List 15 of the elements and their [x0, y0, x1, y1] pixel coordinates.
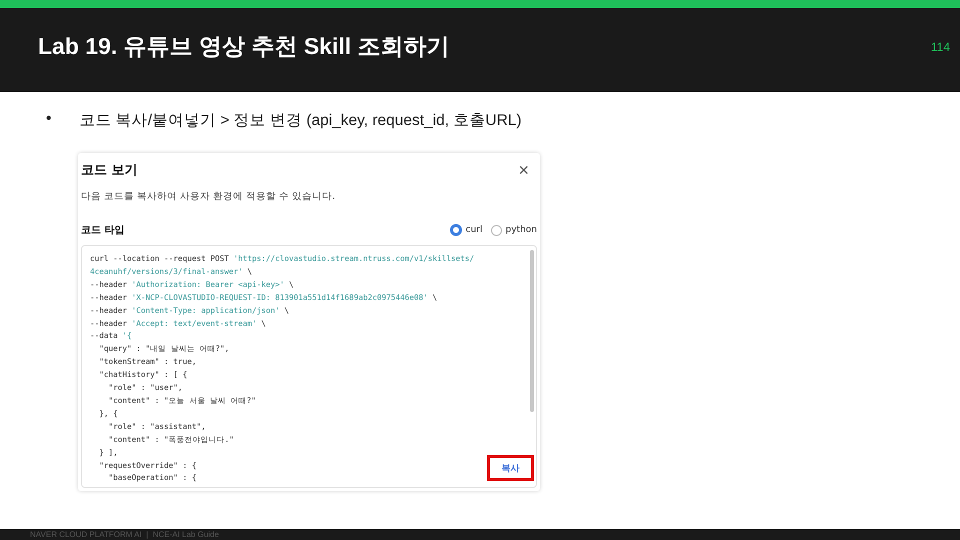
- radio-button[interactable]: [450, 224, 462, 236]
- copy-button[interactable]: 복사: [487, 455, 534, 481]
- radio-button[interactable]: [490, 224, 502, 236]
- close-button[interactable]: ×: [514, 161, 533, 179]
- slide-title: Lab 19. 유튜브 영상 추천 Skill 조회하기: [38, 32, 450, 60]
- scrollbar-thumb[interactable]: [530, 250, 534, 412]
- bullet-text: 코드 복사/붙여넣기 > 정보 변경 (api_key, request_id, 호출URL): [79, 111, 522, 131]
- page-number: 114: [930, 40, 950, 54]
- code-type-label: 코드 타입: [81, 224, 124, 237]
- dialog-title: 코드 보기: [81, 162, 138, 179]
- bullet-marker: •: [46, 110, 52, 129]
- footer-text: NAVER CLOUD PLATFORM AI | NCE-AI Lab Guide: [30, 530, 219, 539]
- radio-label[interactable]: python: [506, 225, 537, 235]
- radio-label[interactable]: curl: [466, 225, 483, 235]
- dialog-description: 다음 코드를 복사하여 사용자 환경에 적용할 수 있습니다.: [81, 190, 336, 203]
